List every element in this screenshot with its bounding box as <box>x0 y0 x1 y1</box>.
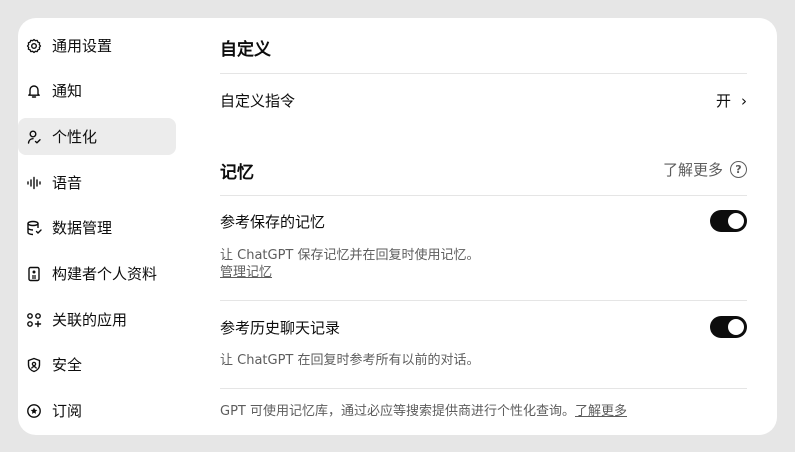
gear-icon <box>26 38 42 54</box>
sidebar-item-label: 通知 <box>52 82 83 100</box>
divider <box>220 195 747 196</box>
sidebar-item-voice[interactable]: 语音 <box>18 164 176 201</box>
personalization-panel: 自定义 自定义指令 开 › 记忆 了解更多 ? 参考保存的记忆 让 ChatGP… <box>220 18 747 435</box>
custom-instructions-value: 开 <box>715 92 731 110</box>
apps-icon <box>26 312 42 328</box>
shield-icon <box>26 357 42 373</box>
sidebar-item-label: 数据管理 <box>52 219 113 237</box>
saved-memory-label: 参考保存的记忆 <box>220 213 326 231</box>
divider <box>220 388 747 389</box>
saved-memory-toggle[interactable] <box>710 210 747 232</box>
sidebar-item-label: 通用设置 <box>52 37 113 55</box>
chat-history-toggle[interactable] <box>710 316 747 338</box>
learn-more-label: 了解更多 <box>662 161 723 179</box>
sidebar-item-connected-apps[interactable]: 关联的应用 <box>18 301 176 338</box>
toggle-knob <box>728 319 744 335</box>
memory-footer-text: GPT 可使用记忆库，通过必应等搜索提供商进行个性化查询。 <box>220 404 575 419</box>
memory-heading: 记忆 <box>220 163 254 183</box>
memory-footer: GPT 可使用记忆库，通过必应等搜索提供商进行个性化查询。了解更多 <box>220 403 627 420</box>
chevron-right-icon: › <box>741 91 747 110</box>
sidebar-item-security[interactable]: 安全 <box>18 346 176 383</box>
saved-memory-description: 让 ChatGPT 保存记忆并在回复时使用记忆。 <box>220 248 480 263</box>
divider <box>220 300 747 301</box>
sidebar-item-builder-profile[interactable]: 构建者个人资料 <box>18 255 176 292</box>
subscription-icon <box>26 403 42 419</box>
chat-history-label: 参考历史聊天记录 <box>220 319 341 337</box>
settings-dialog: 通用设置 通知 个性化 语音 数据管理 构建者个人资料 关联的应用 安全 订阅 … <box>18 18 777 435</box>
sidebar-item-general[interactable]: 通用设置 <box>18 27 176 64</box>
toggle-knob <box>728 213 744 229</box>
bell-icon <box>26 83 42 99</box>
custom-instructions-toggle-link[interactable]: 开 › <box>716 90 747 111</box>
footer-learn-more-link[interactable]: 了解更多 <box>575 404 627 419</box>
profile-card-icon <box>26 266 42 282</box>
sidebar-item-label: 安全 <box>52 356 83 374</box>
person-icon <box>26 129 42 145</box>
database-icon <box>26 220 42 236</box>
manage-memory-link[interactable]: 管理记忆 <box>220 264 272 281</box>
sidebar-item-label: 关联的应用 <box>52 311 128 329</box>
question-circle-icon: ? <box>730 161 747 178</box>
sidebar-item-subscription[interactable]: 订阅 <box>18 392 176 429</box>
sidebar-item-data-controls[interactable]: 数据管理 <box>18 209 176 246</box>
settings-sidebar: 通用设置 通知 个性化 语音 数据管理 构建者个人资料 关联的应用 安全 订阅 <box>18 18 176 435</box>
sidebar-item-label: 语音 <box>52 174 83 192</box>
sidebar-item-label: 订阅 <box>52 402 83 420</box>
custom-instructions-label: 自定义指令 <box>220 92 296 110</box>
waveform-icon <box>26 175 42 191</box>
sidebar-item-label: 个性化 <box>52 128 98 146</box>
sidebar-item-notifications[interactable]: 通知 <box>18 72 176 109</box>
chat-history-description: 让 ChatGPT 在回复时参考所有以前的对话。 <box>220 353 480 368</box>
memory-learn-more-link[interactable]: 了解更多 ? <box>663 159 747 180</box>
sidebar-item-label: 构建者个人资料 <box>52 265 158 283</box>
sidebar-item-personalization[interactable]: 个性化 <box>18 118 176 155</box>
custom-heading: 自定义 <box>220 40 271 60</box>
divider <box>220 73 747 74</box>
